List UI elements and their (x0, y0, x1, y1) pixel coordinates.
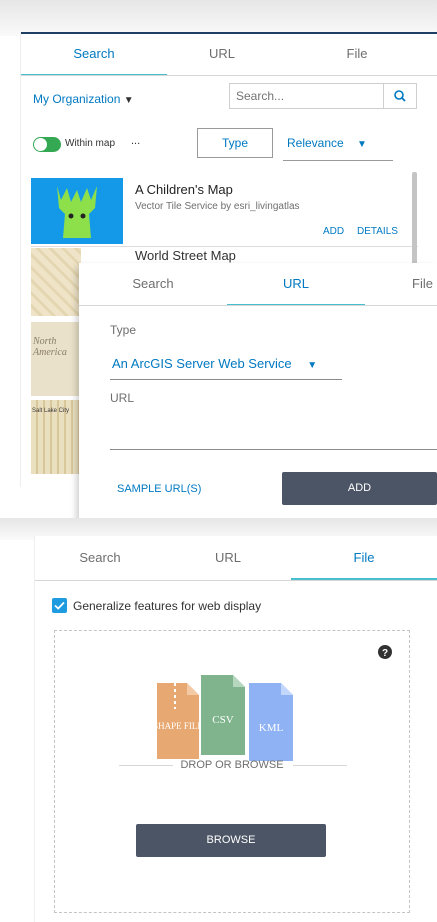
url-input[interactable] (110, 413, 437, 450)
thumbnail: Salt Lake City (31, 400, 81, 474)
drop-text: DROP OR BROWSE (180, 759, 284, 771)
type-button[interactable]: Type (197, 128, 273, 158)
details-button[interactable]: DETAILS (357, 226, 398, 237)
panel-shadow (0, 0, 437, 36)
search-box (229, 83, 417, 109)
service-type-dropdown[interactable]: An ArcGIS Server Web Service ▼ (112, 356, 317, 371)
file-types-illustration: SHAPE FILE CSV KML (153, 675, 293, 761)
drop-zone[interactable]: ? SHAPE FILE CSV KML DROP OR BROWSE BROW… (54, 630, 410, 913)
browse-button[interactable]: BROWSE (136, 824, 326, 857)
tab-file[interactable]: File (277, 46, 437, 76)
result-title: World Street Map (135, 248, 236, 263)
search-panel-tabs: Search URL File (21, 46, 437, 76)
shapefile-icon: SHAPE FILE (153, 683, 203, 759)
within-map-label: Within map (65, 138, 116, 149)
kml-icon: KML (249, 683, 293, 761)
chevron-down-icon: ▼ (307, 360, 318, 371)
thumbnail: North America (31, 322, 81, 396)
url-panel-tabs: Search URL File (79, 276, 437, 306)
file-panel: Search URL File Generalize features for … (34, 536, 437, 922)
svg-text:?: ? (382, 648, 388, 659)
svg-text:CSV: CSV (212, 714, 233, 726)
chevron-down-icon: ▼ (357, 139, 367, 150)
tab-divider (35, 580, 437, 581)
add-button[interactable]: ADD (323, 226, 344, 237)
thumbnail (31, 178, 123, 244)
type-label: Type (110, 323, 137, 337)
add-button[interactable]: ADD (282, 472, 437, 505)
tab-url[interactable]: URL (167, 46, 277, 76)
tab-search[interactable]: Search (79, 276, 227, 306)
csv-icon: CSV (201, 675, 245, 755)
panel-top-border (21, 32, 437, 34)
thumbnail (31, 248, 81, 316)
tab-search[interactable]: Search (21, 46, 167, 76)
tab-url[interactable]: URL (165, 550, 291, 580)
sample-url-link[interactable]: SAMPLE URL(S) (117, 483, 201, 495)
url-label: URL (110, 391, 135, 405)
help-icon[interactable]: ? (378, 645, 392, 659)
tab-file[interactable]: File (291, 550, 437, 580)
search-input[interactable] (230, 84, 392, 108)
url-panel: Search URL File Type An ArcGIS Server We… (79, 263, 437, 525)
tab-divider (21, 75, 437, 76)
search-button[interactable] (383, 84, 416, 108)
organization-dropdown[interactable]: My Organization ▼ (33, 92, 134, 106)
more-options[interactable]: ... (131, 135, 140, 147)
file-panel-tabs: Search URL File (35, 550, 437, 580)
svg-text:SHAPE FILE: SHAPE FILE (153, 721, 203, 731)
chevron-down-icon: ▼ (123, 95, 134, 106)
result-title: A Children's Map (135, 182, 233, 197)
generalize-checkbox[interactable] (52, 598, 67, 613)
tab-search[interactable]: Search (35, 550, 165, 580)
tab-url[interactable]: URL (227, 276, 365, 306)
sort-underline (283, 160, 393, 161)
dropdown-underline (110, 379, 342, 380)
check-icon (54, 601, 65, 610)
tab-divider (79, 305, 437, 306)
moose-icon (57, 186, 97, 238)
result-subtitle: Vector Tile Service by esri_livingatlas (135, 201, 300, 212)
generalize-label: Generalize features for web display (73, 599, 262, 613)
tab-file[interactable]: File (365, 276, 437, 306)
sort-dropdown[interactable]: Relevance ▼ (287, 136, 367, 150)
search-icon (394, 90, 406, 102)
list-item[interactable]: A Children's Map Vector Tile Service by … (31, 176, 418, 247)
svg-text:KML: KML (259, 722, 284, 734)
divider-right (293, 765, 347, 766)
within-map-toggle[interactable] (33, 137, 61, 152)
